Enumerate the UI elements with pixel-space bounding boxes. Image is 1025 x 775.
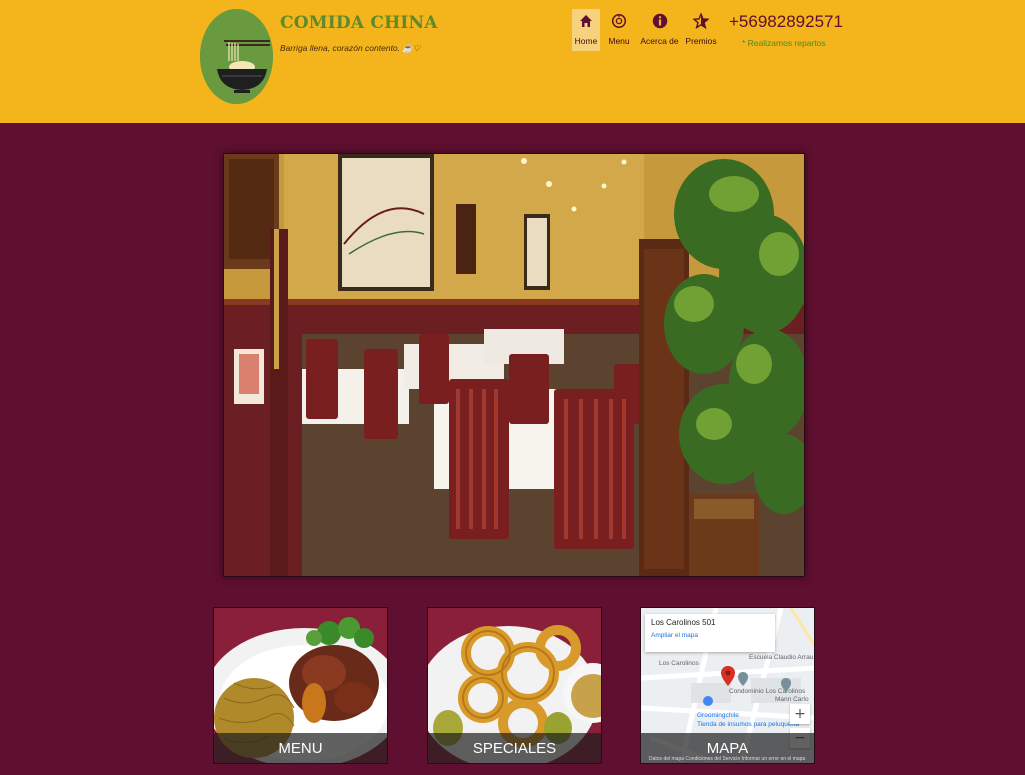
star-icon	[692, 12, 710, 30]
site-header: COMIDA CHINA Barriga llena, corazón cont…	[0, 0, 1025, 123]
logo[interactable]	[200, 9, 273, 104]
hero-restaurant-photo	[223, 153, 805, 577]
card-mapa[interactable]: Los Carolinos 501 Ampliar el mapa Escuel…	[640, 607, 815, 764]
card-menu[interactable]: MENU	[213, 607, 388, 764]
phone-number[interactable]: +56982892571	[729, 12, 843, 32]
map-label-groomingchile: Groomingchile	[697, 712, 739, 719]
map-footer: Datos del mapa Condiciones del Servicio …	[649, 756, 806, 762]
nav-item-menu[interactable]: Menu	[600, 9, 638, 51]
delivery-note: * Realizamos repartos	[742, 38, 826, 48]
shop-marker-icon	[703, 696, 713, 706]
card-speciales[interactable]: SPECIALES	[427, 607, 602, 764]
nav-item-premios[interactable]: Premios	[681, 9, 721, 51]
main-nav: Home Menu Acerca de Premios	[572, 9, 721, 51]
nav-label-acerca: Acerca de	[640, 36, 679, 46]
map-label-mann: Mann Carlo	[775, 696, 809, 703]
nav-item-home[interactable]: Home	[572, 9, 600, 51]
location-pin-icon[interactable]	[721, 666, 735, 686]
brand-tagline: Barriga llena, corazón contento. ☕♡	[280, 43, 421, 53]
noodle-bowl-icon	[200, 9, 273, 104]
home-icon	[577, 12, 595, 30]
map-marker-icon	[738, 672, 748, 686]
map-zoom-in-button[interactable]: +	[790, 704, 810, 724]
nav-item-acerca[interactable]: Acerca de	[638, 9, 681, 51]
nav-label-menu: Menu	[608, 36, 630, 46]
map-label-condominio: Condominio Los Carolinos	[729, 688, 806, 695]
map-label-street: Los Carolinos	[659, 660, 699, 667]
info-icon	[651, 12, 669, 30]
map-marker-icon	[781, 678, 791, 692]
menu-icon	[610, 12, 628, 30]
restaurant-interior-image	[224, 154, 804, 576]
nav-label-premios: Premios	[685, 36, 717, 46]
map-address: Los Carolinos 501	[651, 618, 716, 627]
map-info-panel: Los Carolinos 501 Ampliar el mapa	[645, 614, 775, 652]
card-label-speciales: SPECIALES	[428, 733, 601, 763]
map-label-school: Escuela Claudio Arrau	[749, 654, 814, 661]
map-enlarge-link[interactable]: Ampliar el mapa	[651, 632, 769, 639]
nav-label-home: Home	[574, 36, 598, 46]
map-label-tienda: Tienda de insumos para peluquería	[697, 721, 800, 728]
brand-title[interactable]: COMIDA CHINA	[280, 13, 438, 33]
card-label-menu: MENU	[214, 733, 387, 763]
